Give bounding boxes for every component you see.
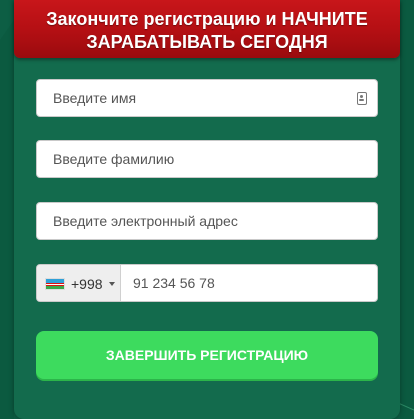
chevron-down-icon xyxy=(109,282,115,286)
banner-title-line1: Закончите регистрацию и НАЧНИТЕ xyxy=(46,9,368,29)
phone-field[interactable]: +998 xyxy=(36,264,379,302)
last-name-input[interactable] xyxy=(37,141,377,177)
complete-registration-button[interactable]: ЗАВЕРШИТЬ РЕГИСТРАЦИЮ xyxy=(36,331,378,379)
last-name-field[interactable] xyxy=(36,140,378,178)
contact-card-icon xyxy=(357,92,367,105)
first-name-input[interactable] xyxy=(37,80,377,116)
banner-title-line2: ЗАРАБАТЫВАТЬ СЕГОДНЯ xyxy=(86,32,328,52)
registration-card: Закончите регистрацию и НАЧНИТЕ ЗАРАБАТЫ… xyxy=(14,0,400,419)
phone-input[interactable] xyxy=(121,265,379,301)
uzbekistan-flag-icon xyxy=(45,278,65,290)
registration-banner: Закончите регистрацию и НАЧНИТЕ ЗАРАБАТЫ… xyxy=(14,0,400,58)
email-input[interactable] xyxy=(37,203,377,239)
email-field[interactable] xyxy=(36,202,378,240)
first-name-field[interactable] xyxy=(36,79,378,117)
country-code-selector[interactable]: +998 xyxy=(37,265,121,301)
country-dial-code: +998 xyxy=(71,276,103,292)
